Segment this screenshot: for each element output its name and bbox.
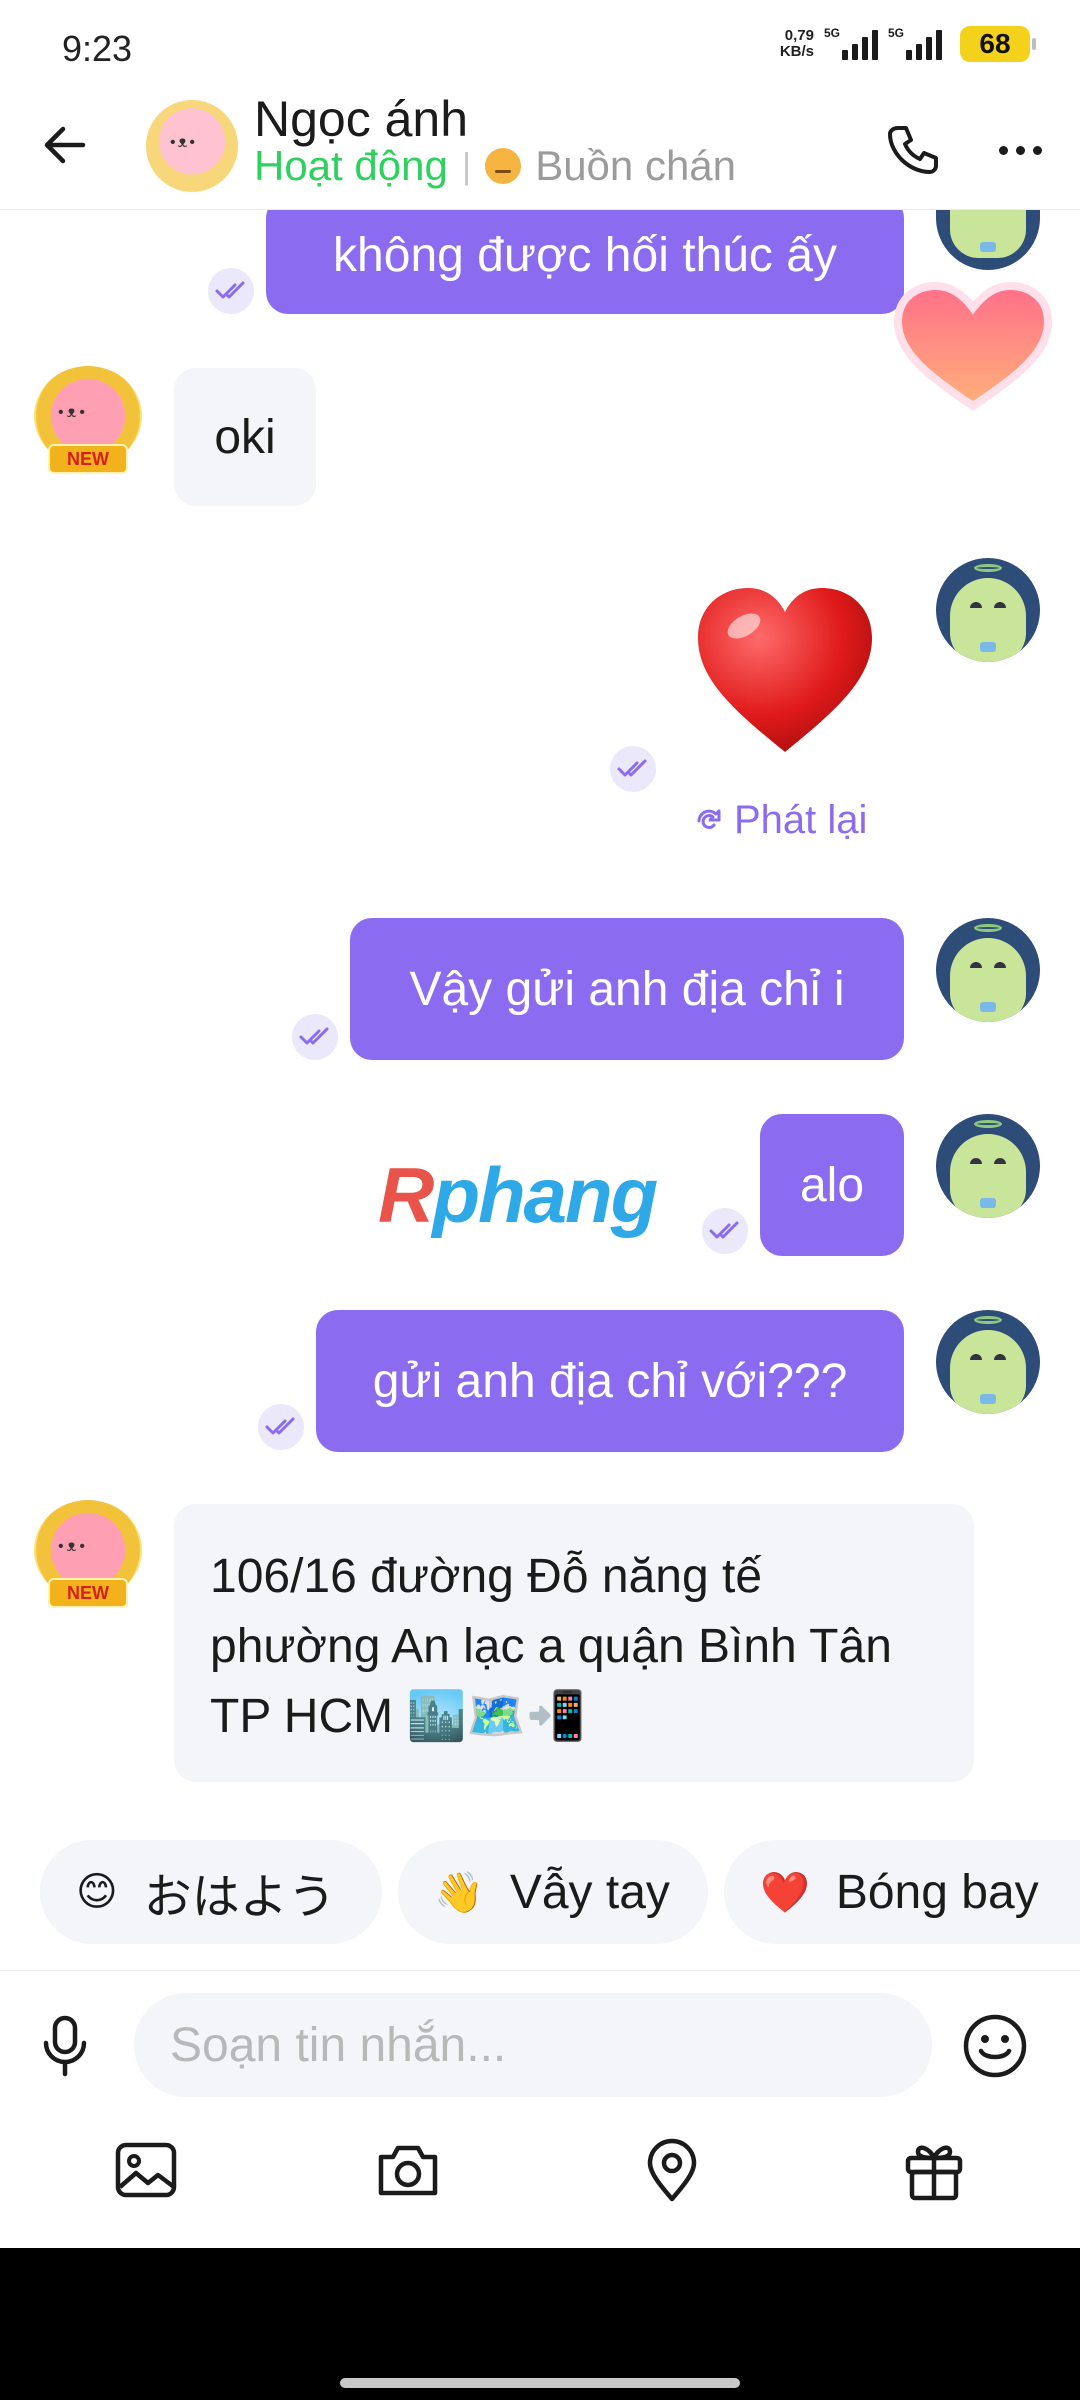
home-indicator[interactable] [340,2378,740,2388]
my-avatar[interactable] [936,558,1040,662]
contact-message-avatar[interactable]: •ᴥ• NEW [28,1494,148,1618]
new-badge: NEW [48,1578,128,1608]
phone-icon [888,126,938,174]
battery-icon: 68 [960,26,1036,62]
signal-icon: 5G [824,26,878,60]
replay-icon [697,809,721,829]
watermark-logo: Rphang [378,1151,658,1239]
quick-replies: 😊 おはよう 👋 Vẫy tay ❤️ Bóng bay [0,1840,1080,1950]
new-badge: NEW [48,444,128,474]
more-options-button[interactable] [980,110,1060,190]
read-receipt-icon [610,746,656,792]
smile-emoji-icon: 😊 [76,1870,118,1914]
contact-name[interactable]: Ngọc ánh [254,90,468,148]
read-receipt-icon [258,1404,304,1450]
attachment-toolbar [0,2130,1080,2230]
network-speed: 0,79 KB/s [779,27,814,60]
call-button[interactable] [872,110,952,190]
camera-button[interactable] [368,2130,448,2210]
heart-emoji-icon: ❤️ [760,1870,810,1915]
my-avatar[interactable] [936,1310,1040,1414]
status-bar: 9:23 0,79 KB/s 5G 5G 68 [0,0,1080,90]
wave-emoji-icon: 👋 [434,1870,484,1915]
emoji-button[interactable] [958,2009,1032,2083]
replay-button[interactable]: Phát lại [692,798,867,843]
back-button[interactable] [30,110,100,180]
presence-separator: | [461,145,472,186]
status-icons: 0,79 KB/s 5G 5G 68 [779,26,1036,62]
heart-reaction-icon [893,281,1053,411]
system-navigation-bar [0,2248,1080,2400]
quick-reply-wave[interactable]: 👋 Vẫy tay [398,1840,708,1944]
read-receipt-icon [208,268,254,314]
presence-status: Hoạt động | Buồn chán [254,142,736,190]
my-avatar[interactable] [936,918,1040,1022]
microphone-icon [43,2015,87,2077]
location-button[interactable] [632,2130,712,2210]
dot-icon [998,145,1008,155]
outgoing-message[interactable]: gửi anh địa chỉ với??? [316,1310,904,1452]
chat-header: •ᴥ• Ngọc ánh Hoạt động | Buồn chán [0,90,1080,210]
message-composer [0,1970,1080,2097]
gift-icon [905,2145,963,2201]
smiley-icon [963,2014,1027,2078]
mood-emoji-icon [485,148,522,184]
voice-message-button[interactable] [30,2011,100,2081]
dot-icon [1015,145,1025,155]
contact-message-avatar[interactable]: •ᴥ• NEW [28,360,148,484]
location-pin-icon [647,2138,697,2202]
incoming-message[interactable]: oki [174,368,316,506]
camera-icon [378,2145,438,2196]
outgoing-message[interactable]: alo [760,1114,904,1256]
incoming-message[interactable]: 106/16 đường Đỗ năng tế phường An lạc a … [174,1504,974,1782]
read-receipt-icon [292,1014,338,1060]
my-avatar[interactable] [936,1114,1040,1218]
message-input[interactable] [134,1993,932,2097]
outgoing-message[interactable]: Vậy gửi anh địa chỉ i [350,918,904,1060]
contact-avatar[interactable]: •ᴥ• [146,100,238,192]
outgoing-message[interactable]: không được hối thúc ấy [266,196,904,314]
image-icon [115,2142,177,2198]
mood-label: Buồn chán [535,142,737,189]
quick-reply-good-morning[interactable]: 😊 おはよう [40,1840,382,1944]
heart-sticker[interactable] [690,580,880,760]
presence-label: Hoạt động [254,142,448,189]
quick-reply-balloon[interactable]: ❤️ Bóng bay [724,1840,1080,1944]
gift-button[interactable] [894,2130,974,2210]
gallery-button[interactable] [106,2130,186,2210]
read-receipt-icon [702,1208,748,1254]
arrow-left-icon [44,126,86,164]
dot-icon [1032,145,1042,155]
status-time: 9:23 [62,28,133,69]
signal-icon: 5G [888,26,942,60]
